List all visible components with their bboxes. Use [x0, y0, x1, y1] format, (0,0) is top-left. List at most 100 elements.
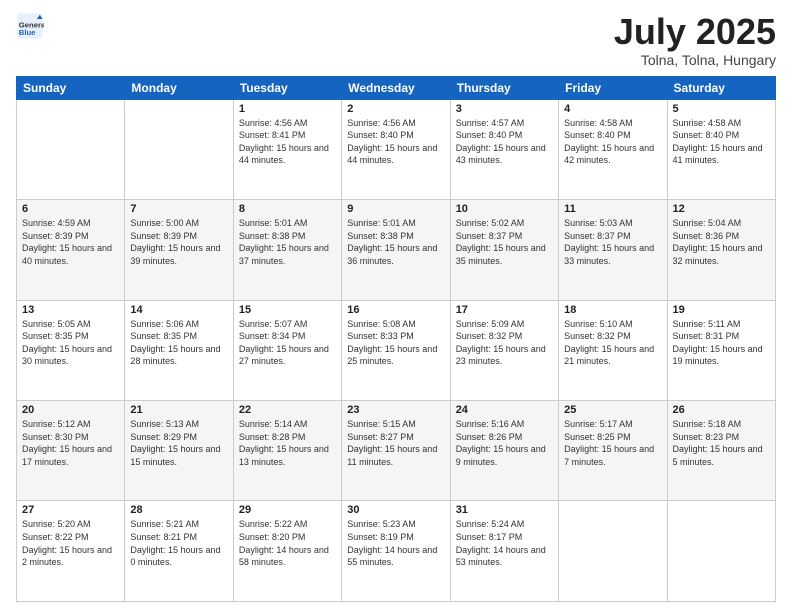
- calendar-day-cell: 25 Sunrise: 5:17 AMSunset: 8:25 PMDayligh…: [559, 401, 667, 501]
- calendar-week-row: 13 Sunrise: 5:05 AMSunset: 8:35 PMDayligh…: [17, 300, 776, 400]
- day-detail: Sunrise: 4:58 AMSunset: 8:40 PMDaylight:…: [564, 117, 661, 167]
- day-detail: Sunrise: 5:21 AMSunset: 8:21 PMDaylight:…: [130, 518, 227, 568]
- calendar-day-cell: 3 Sunrise: 4:57 AMSunset: 8:40 PMDaylight…: [450, 99, 558, 199]
- calendar-table: Sunday Monday Tuesday Wednesday Thursday…: [16, 76, 776, 602]
- day-detail: Sunrise: 4:56 AMSunset: 8:40 PMDaylight:…: [347, 117, 444, 167]
- day-detail: Sunrise: 5:02 AMSunset: 8:37 PMDaylight:…: [456, 217, 553, 267]
- calendar-day-cell: 19 Sunrise: 5:11 AMSunset: 8:31 PMDayligh…: [667, 300, 775, 400]
- day-number: 18: [564, 304, 661, 316]
- day-detail: Sunrise: 5:24 AMSunset: 8:17 PMDaylight:…: [456, 518, 553, 568]
- calendar-day-cell: [125, 99, 233, 199]
- day-detail: Sunrise: 5:10 AMSunset: 8:32 PMDaylight:…: [564, 318, 661, 368]
- day-detail: Sunrise: 5:11 AMSunset: 8:31 PMDaylight:…: [673, 318, 770, 368]
- header-thursday: Thursday: [450, 76, 558, 99]
- day-number: 24: [456, 404, 553, 416]
- calendar-day-cell: 30 Sunrise: 5:23 AMSunset: 8:19 PMDayligh…: [342, 501, 450, 602]
- day-detail: Sunrise: 5:13 AMSunset: 8:29 PMDaylight:…: [130, 418, 227, 468]
- calendar-day-cell: 6Sunrise: 4:59 AMSunset: 8:39 PMDaylight…: [17, 200, 125, 300]
- calendar-day-cell: 11 Sunrise: 5:03 AMSunset: 8:37 PMDayligh…: [559, 200, 667, 300]
- calendar-day-cell: 5 Sunrise: 4:58 AMSunset: 8:40 PMDaylight…: [667, 99, 775, 199]
- day-detail: Sunrise: 5:04 AMSunset: 8:36 PMDaylight:…: [673, 217, 770, 267]
- day-detail: Sunrise: 5:09 AMSunset: 8:32 PMDaylight:…: [456, 318, 553, 368]
- day-number: 21: [130, 404, 227, 416]
- svg-text:Blue: Blue: [19, 28, 36, 37]
- day-detail: Sunrise: 5:05 AMSunset: 8:35 PMDaylight:…: [22, 318, 119, 368]
- day-detail: Sunrise: 5:01 AMSunset: 8:38 PMDaylight:…: [239, 217, 336, 267]
- calendar-day-cell: 14 Sunrise: 5:06 AMSunset: 8:35 PMDayligh…: [125, 300, 233, 400]
- logo-icon: General Blue: [16, 12, 44, 40]
- header-wednesday: Wednesday: [342, 76, 450, 99]
- calendar-day-cell: 23Sunrise: 5:15 AMSunset: 8:27 PMDayligh…: [342, 401, 450, 501]
- day-number: 1: [239, 103, 336, 115]
- page: General Blue July 2025 Tolna, Tolna, Hun…: [0, 0, 792, 612]
- calendar-day-cell: 26Sunrise: 5:18 AMSunset: 8:23 PMDayligh…: [667, 401, 775, 501]
- day-number: 7: [130, 203, 227, 215]
- day-number: 12: [673, 203, 770, 215]
- day-detail: Sunrise: 5:16 AMSunset: 8:26 PMDaylight:…: [456, 418, 553, 468]
- day-detail: Sunrise: 5:17 AMSunset: 8:25 PMDaylight:…: [564, 418, 661, 468]
- weekday-header-row: Sunday Monday Tuesday Wednesday Thursday…: [17, 76, 776, 99]
- day-number: 2: [347, 103, 444, 115]
- day-detail: Sunrise: 5:23 AMSunset: 8:19 PMDaylight:…: [347, 518, 444, 568]
- day-number: 17: [456, 304, 553, 316]
- calendar-week-row: 27Sunrise: 5:20 AMSunset: 8:22 PMDayligh…: [17, 501, 776, 602]
- calendar-day-cell: 9Sunrise: 5:01 AMSunset: 8:38 PMDaylight…: [342, 200, 450, 300]
- day-number: 30: [347, 504, 444, 516]
- calendar-day-cell: 22 Sunrise: 5:14 AMSunset: 8:28 PMDayligh…: [233, 401, 341, 501]
- day-detail: Sunrise: 4:57 AMSunset: 8:40 PMDaylight:…: [456, 117, 553, 167]
- day-detail: Sunrise: 5:14 AMSunset: 8:28 PMDaylight:…: [239, 418, 336, 468]
- day-detail: Sunrise: 4:58 AMSunset: 8:40 PMDaylight:…: [673, 117, 770, 167]
- calendar-day-cell: 31 Sunrise: 5:24 AMSunset: 8:17 PMDayligh…: [450, 501, 558, 602]
- day-detail: Sunrise: 5:12 AMSunset: 8:30 PMDaylight:…: [22, 418, 119, 468]
- header: General Blue July 2025 Tolna, Tolna, Hun…: [16, 12, 776, 68]
- day-detail: Sunrise: 5:03 AMSunset: 8:37 PMDaylight:…: [564, 217, 661, 267]
- calendar-day-cell: 27Sunrise: 5:20 AMSunset: 8:22 PMDayligh…: [17, 501, 125, 602]
- calendar-day-cell: 28 Sunrise: 5:21 AMSunset: 8:21 PMDayligh…: [125, 501, 233, 602]
- header-sunday: Sunday: [17, 76, 125, 99]
- day-detail: Sunrise: 4:56 AMSunset: 8:41 PMDaylight:…: [239, 117, 336, 167]
- calendar-day-cell: [559, 501, 667, 602]
- calendar-day-cell: 17 Sunrise: 5:09 AMSunset: 8:32 PMDayligh…: [450, 300, 558, 400]
- title-block: July 2025 Tolna, Tolna, Hungary: [614, 12, 776, 68]
- calendar-day-cell: 20 Sunrise: 5:12 AMSunset: 8:30 PMDayligh…: [17, 401, 125, 501]
- day-number: 14: [130, 304, 227, 316]
- header-tuesday: Tuesday: [233, 76, 341, 99]
- day-number: 9: [347, 203, 444, 215]
- calendar-day-cell: 21 Sunrise: 5:13 AMSunset: 8:29 PMDayligh…: [125, 401, 233, 501]
- day-number: 11: [564, 203, 661, 215]
- day-number: 8: [239, 203, 336, 215]
- day-number: 26: [673, 404, 770, 416]
- day-number: 15: [239, 304, 336, 316]
- day-number: 6: [22, 203, 119, 215]
- day-number: 22: [239, 404, 336, 416]
- calendar-day-cell: 8 Sunrise: 5:01 AMSunset: 8:38 PMDaylight…: [233, 200, 341, 300]
- day-detail: Sunrise: 5:08 AMSunset: 8:33 PMDaylight:…: [347, 318, 444, 368]
- day-number: 29: [239, 504, 336, 516]
- day-detail: Sunrise: 5:22 AMSunset: 8:20 PMDaylight:…: [239, 518, 336, 568]
- calendar-day-cell: 10Sunrise: 5:02 AMSunset: 8:37 PMDayligh…: [450, 200, 558, 300]
- header-friday: Friday: [559, 76, 667, 99]
- day-number: 3: [456, 103, 553, 115]
- day-number: 16: [347, 304, 444, 316]
- day-number: 28: [130, 504, 227, 516]
- calendar-day-cell: 1 Sunrise: 4:56 AMSunset: 8:41 PMDaylight…: [233, 99, 341, 199]
- day-number: 20: [22, 404, 119, 416]
- day-detail: Sunrise: 5:07 AMSunset: 8:34 PMDaylight:…: [239, 318, 336, 368]
- header-monday: Monday: [125, 76, 233, 99]
- calendar-day-cell: 18 Sunrise: 5:10 AMSunset: 8:32 PMDayligh…: [559, 300, 667, 400]
- day-detail: Sunrise: 5:06 AMSunset: 8:35 PMDaylight:…: [130, 318, 227, 368]
- calendar-day-cell: 16 Sunrise: 5:08 AMSunset: 8:33 PMDayligh…: [342, 300, 450, 400]
- day-number: 4: [564, 103, 661, 115]
- day-detail: Sunrise: 5:15 AMSunset: 8:27 PMDaylight:…: [347, 418, 444, 468]
- calendar-title: July 2025: [614, 12, 776, 52]
- calendar-day-cell: [667, 501, 775, 602]
- day-number: 19: [673, 304, 770, 316]
- calendar-week-row: 6Sunrise: 4:59 AMSunset: 8:39 PMDaylight…: [17, 200, 776, 300]
- day-number: 31: [456, 504, 553, 516]
- day-detail: Sunrise: 5:00 AMSunset: 8:39 PMDaylight:…: [130, 217, 227, 267]
- day-number: 13: [22, 304, 119, 316]
- day-number: 5: [673, 103, 770, 115]
- calendar-day-cell: 12 Sunrise: 5:04 AMSunset: 8:36 PMDayligh…: [667, 200, 775, 300]
- day-detail: Sunrise: 5:20 AMSunset: 8:22 PMDaylight:…: [22, 518, 119, 568]
- day-number: 25: [564, 404, 661, 416]
